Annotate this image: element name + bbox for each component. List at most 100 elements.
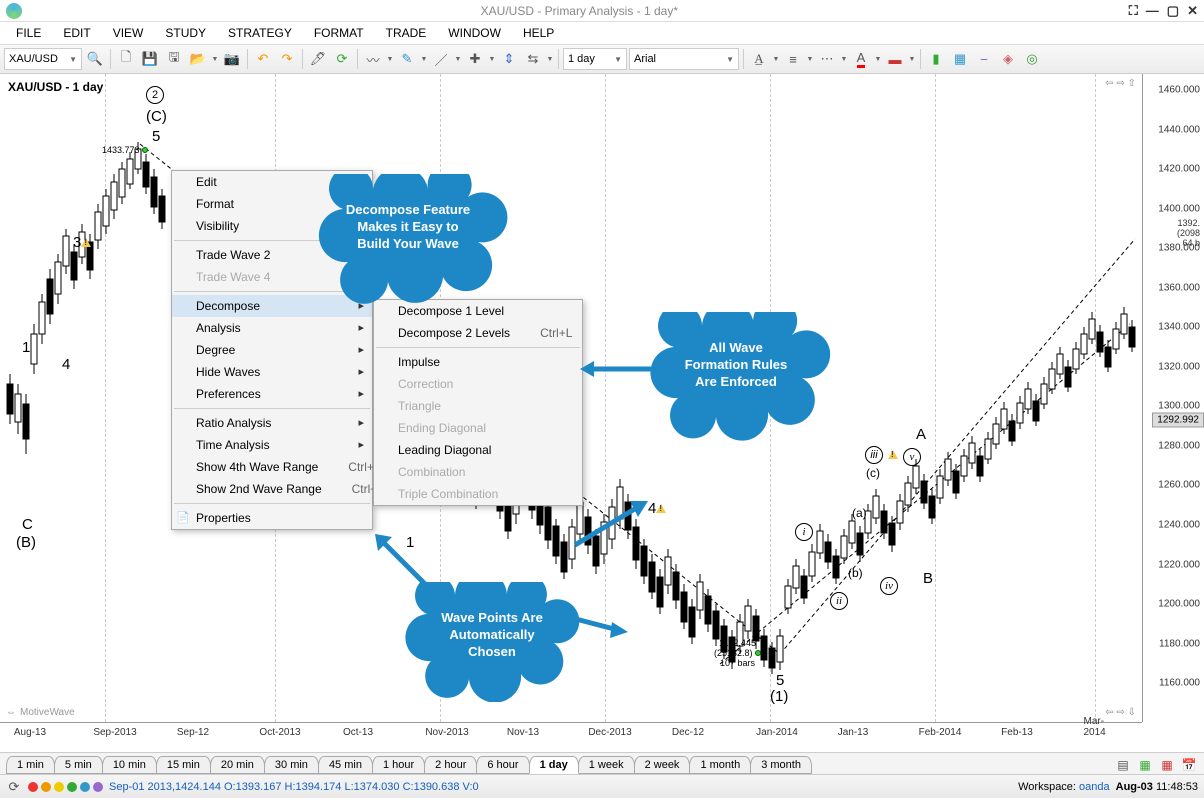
menu-format[interactable]: FORMAT — [304, 23, 374, 43]
marker-dd-icon[interactable]: ▼ — [420, 48, 428, 70]
timeframe-tab[interactable]: 10 min — [102, 756, 157, 774]
timeframe-tab[interactable]: 1 hour — [372, 756, 425, 774]
symbol-select[interactable]: XAU/USD — [4, 48, 82, 70]
save-icon[interactable]: 💾 — [139, 48, 161, 70]
menu-item[interactable]: Show 4th Wave RangeCtrl+4 — [172, 456, 372, 478]
minimize-icon[interactable]: — — [1146, 3, 1159, 19]
camera-icon[interactable]: 📷 — [221, 48, 243, 70]
remove-tab-icon[interactable]: ▦ — [1158, 756, 1176, 774]
timeframe-tab[interactable]: 5 min — [54, 756, 103, 774]
undo-icon[interactable]: ↶ — [252, 48, 274, 70]
list-icon[interactable]: ▤ — [1114, 756, 1132, 774]
ls-dd-icon[interactable]: ▼ — [840, 48, 848, 70]
cycle-icon[interactable]: ⟳ — [331, 48, 353, 70]
price-tick: 1180.000 — [1159, 638, 1200, 649]
timeframe-tab[interactable]: 1 week — [578, 756, 635, 774]
pattern-icon[interactable]: ◈ — [997, 48, 1019, 70]
wave-tool-icon[interactable]: 〰 — [362, 48, 384, 70]
redo-icon[interactable]: ↷ — [276, 48, 298, 70]
save-all-icon[interactable]: 🖫 — [163, 48, 185, 70]
timeframe-tab[interactable]: 3 month — [750, 756, 812, 774]
menu-item: Triangle — [374, 395, 582, 417]
marker-tool-icon[interactable]: ✎ — [396, 48, 418, 70]
fc-dd-icon[interactable]: ▼ — [908, 48, 916, 70]
open-dropdown-icon[interactable]: ▼ — [211, 48, 219, 70]
refresh-icon[interactable]: ⟳ — [6, 779, 22, 795]
font-select[interactable]: Arial — [629, 48, 739, 70]
wave-dd-icon[interactable]: ▼ — [386, 48, 394, 70]
expand-v-icon[interactable]: ⇕ — [498, 48, 520, 70]
menu-help[interactable]: HELP — [513, 23, 564, 43]
price-tick: 1460.000 — [1158, 85, 1200, 96]
open-icon[interactable]: 📂 — [187, 48, 209, 70]
timeframe-tab[interactable]: 1 day — [529, 756, 579, 774]
maximize-icon[interactable]: ▢ — [1167, 3, 1179, 19]
menu-view[interactable]: VIEW — [103, 23, 154, 43]
menu-item[interactable]: 📄Properties — [172, 507, 372, 529]
timeframe-tab[interactable]: 2 week — [634, 756, 691, 774]
menu-item[interactable]: Leading Diagonal — [374, 439, 582, 461]
line-style-icon[interactable]: ⋯ — [816, 48, 838, 70]
new-icon[interactable]: 🗋 — [115, 48, 137, 70]
cross-dd-icon[interactable]: ▼ — [488, 48, 496, 70]
menu-item: Triple Combination — [374, 483, 582, 505]
fib-icon[interactable]: ⎯ — [973, 48, 995, 70]
wave-label: (C) — [146, 108, 167, 125]
wave-label: (c) — [866, 466, 880, 480]
menu-edit[interactable]: EDIT — [53, 23, 100, 43]
time-axis[interactable]: Aug-13 Sep-2013 Sep-12 Oct-2013 Oct-13 N… — [0, 722, 1142, 752]
price-axis[interactable]: 1460.000 1440.000 1420.000 1400.000 1380… — [1142, 74, 1204, 722]
chart-area[interactable]: XAU/USD - 1 day ⇦ ⇨ ⇧ ⇦ ⇨ ⇩ ⇔MotiveWave — [0, 74, 1204, 752]
link-dd-icon[interactable]: ▼ — [546, 48, 554, 70]
menu-item[interactable]: Ratio Analysis — [172, 412, 372, 434]
chart-title: XAU/USD - 1 day — [8, 80, 103, 94]
fullscreen-icon[interactable]: ⛶ — [1129, 3, 1138, 19]
menu-item[interactable]: Preferences — [172, 383, 372, 405]
menu-item[interactable]: Decompose 2 LevelsCtrl+L — [374, 322, 582, 344]
menu-item[interactable]: Degree — [172, 339, 372, 361]
highlighter-icon[interactable]: 🖊 — [307, 48, 329, 70]
menu-item[interactable]: Show 2nd Wave RangeCtrl+2 — [172, 478, 372, 500]
timeframe-tab[interactable]: 1 min — [6, 756, 55, 774]
lw-dd-icon[interactable]: ▼ — [806, 48, 814, 70]
menu-item[interactable]: Analysis — [172, 317, 372, 339]
price-tick: 1340.000 — [1158, 322, 1200, 333]
menu-study[interactable]: STUDY — [155, 23, 216, 43]
timeframe-tab[interactable]: 20 min — [210, 756, 265, 774]
font-size-dd-icon[interactable]: ▼ — [772, 48, 780, 70]
menu-item[interactable]: Hide Waves — [172, 361, 372, 383]
text-color-icon[interactable]: A — [850, 48, 872, 70]
workspace-label: Workspace: oanda — [1018, 781, 1110, 793]
calendar-icon[interactable]: 📅 — [1180, 756, 1198, 774]
menu-strategy[interactable]: STRATEGY — [218, 23, 302, 43]
menu-item[interactable]: Impulse — [374, 351, 582, 373]
tc-dd-icon[interactable]: ▼ — [874, 48, 882, 70]
line-weight-icon[interactable]: ≡ — [782, 48, 804, 70]
search-icon[interactable]: 🔍 — [84, 48, 106, 70]
chart-nav-top[interactable]: ⇦ ⇨ ⇧ — [1105, 78, 1136, 89]
target-icon[interactable]: ◎ — [1021, 48, 1043, 70]
timeframe-tab[interactable]: 45 min — [318, 756, 373, 774]
menu-item: Ending Diagonal — [374, 417, 582, 439]
line-tool-icon[interactable]: ／ — [430, 48, 452, 70]
fill-color-icon[interactable]: ▬ — [884, 48, 906, 70]
cross-tool-icon[interactable]: ✚ — [464, 48, 486, 70]
menu-trade[interactable]: TRADE — [376, 23, 437, 43]
chart-type-icon[interactable]: ▮ — [925, 48, 947, 70]
timeframe-tab[interactable]: 6 hour — [476, 756, 529, 774]
close-icon[interactable]: ✕ — [1187, 3, 1198, 19]
link-icon[interactable]: ⇆ — [522, 48, 544, 70]
timeframe-tab[interactable]: 1 month — [689, 756, 751, 774]
font-size-icon[interactable]: A̲ — [748, 48, 770, 70]
timeframe-select[interactable]: 1 day — [563, 48, 627, 70]
line-dd-icon[interactable]: ▼ — [454, 48, 462, 70]
timeframe-tab[interactable]: 15 min — [156, 756, 211, 774]
timeframe-tab[interactable]: 30 min — [264, 756, 319, 774]
add-tab-icon[interactable]: ▦ — [1136, 756, 1154, 774]
menu-window[interactable]: WINDOW — [438, 23, 511, 43]
menu-file[interactable]: FILE — [6, 23, 51, 43]
layers-icon[interactable]: ▦ — [949, 48, 971, 70]
timeframe-tab[interactable]: 2 hour — [424, 756, 477, 774]
menu-item[interactable]: Time Analysis — [172, 434, 372, 456]
chart-nav-bottom[interactable]: ⇦ ⇨ ⇩ — [1105, 707, 1136, 718]
